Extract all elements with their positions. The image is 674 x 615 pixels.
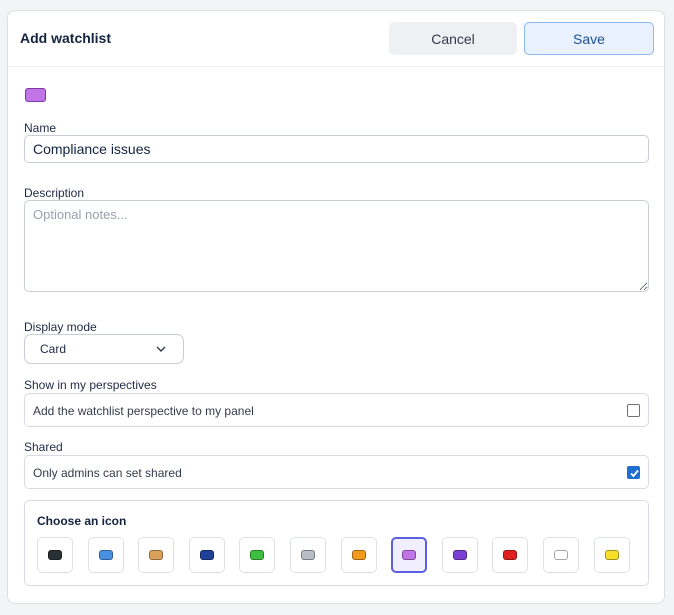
description-textarea[interactable] [24,200,649,292]
name-label: Name [24,121,57,135]
icon-option-1[interactable] [37,537,73,573]
color-swatch-icon [149,550,164,560]
color-swatch-icon [554,550,568,560]
color-swatch-icon [452,550,467,560]
display-mode-label: Display mode [24,320,97,334]
icon-option-11[interactable] [543,537,579,573]
color-swatch-icon [199,550,214,560]
icon-option-7[interactable] [340,537,377,573]
display-mode-value: Card [40,342,67,356]
shared-row: Only admins can set shared [24,455,649,489]
icon-option-9[interactable] [441,537,478,573]
color-swatch-icon [301,550,315,560]
icon-picker-panel: Choose an icon [24,500,649,586]
perspectives-row: Add the watchlist perspective to my pane… [24,393,649,427]
cancel-button[interactable]: Cancel [389,22,517,55]
icon-picker-title: Choose an icon [37,514,127,528]
icon-option-8[interactable] [391,537,428,573]
color-swatch-icon [48,550,62,560]
name-input[interactable] [24,135,649,163]
perspectives-label: Show in my perspectives [24,378,157,392]
display-mode-select[interactable]: Card [24,334,184,364]
icon-option-4[interactable] [188,537,225,573]
color-swatch-icon [98,550,113,560]
icon-option-10[interactable] [492,537,529,573]
icon-option-12[interactable] [593,537,630,573]
checkmark-icon [630,469,639,478]
color-swatch-icon [402,550,417,560]
save-button[interactable]: Save [524,22,654,55]
color-swatch-icon [503,550,518,560]
icon-option-6[interactable] [290,537,326,573]
dialog-header: Add watchlist Cancel Save [8,11,664,67]
add-watchlist-dialog: Add watchlist Cancel Save Name Descripti… [7,10,665,604]
selected-icon-preview [25,88,46,102]
shared-label: Shared [24,440,63,454]
shared-checkbox[interactable] [627,466,640,479]
dialog-title: Add watchlist [20,30,112,46]
icon-option-5[interactable] [239,537,276,573]
icon-option-2[interactable] [87,537,124,573]
color-swatch-icon [250,550,265,560]
chevron-down-icon [156,346,166,352]
perspectives-option-text: Add the watchlist perspective to my pane… [33,404,254,418]
color-swatch-icon [604,550,619,560]
shared-option-text: Only admins can set shared [33,466,182,480]
perspectives-checkbox[interactable] [627,404,640,417]
icon-option-3[interactable] [138,537,175,573]
color-swatch-icon [351,550,366,560]
description-label: Description [24,186,85,200]
